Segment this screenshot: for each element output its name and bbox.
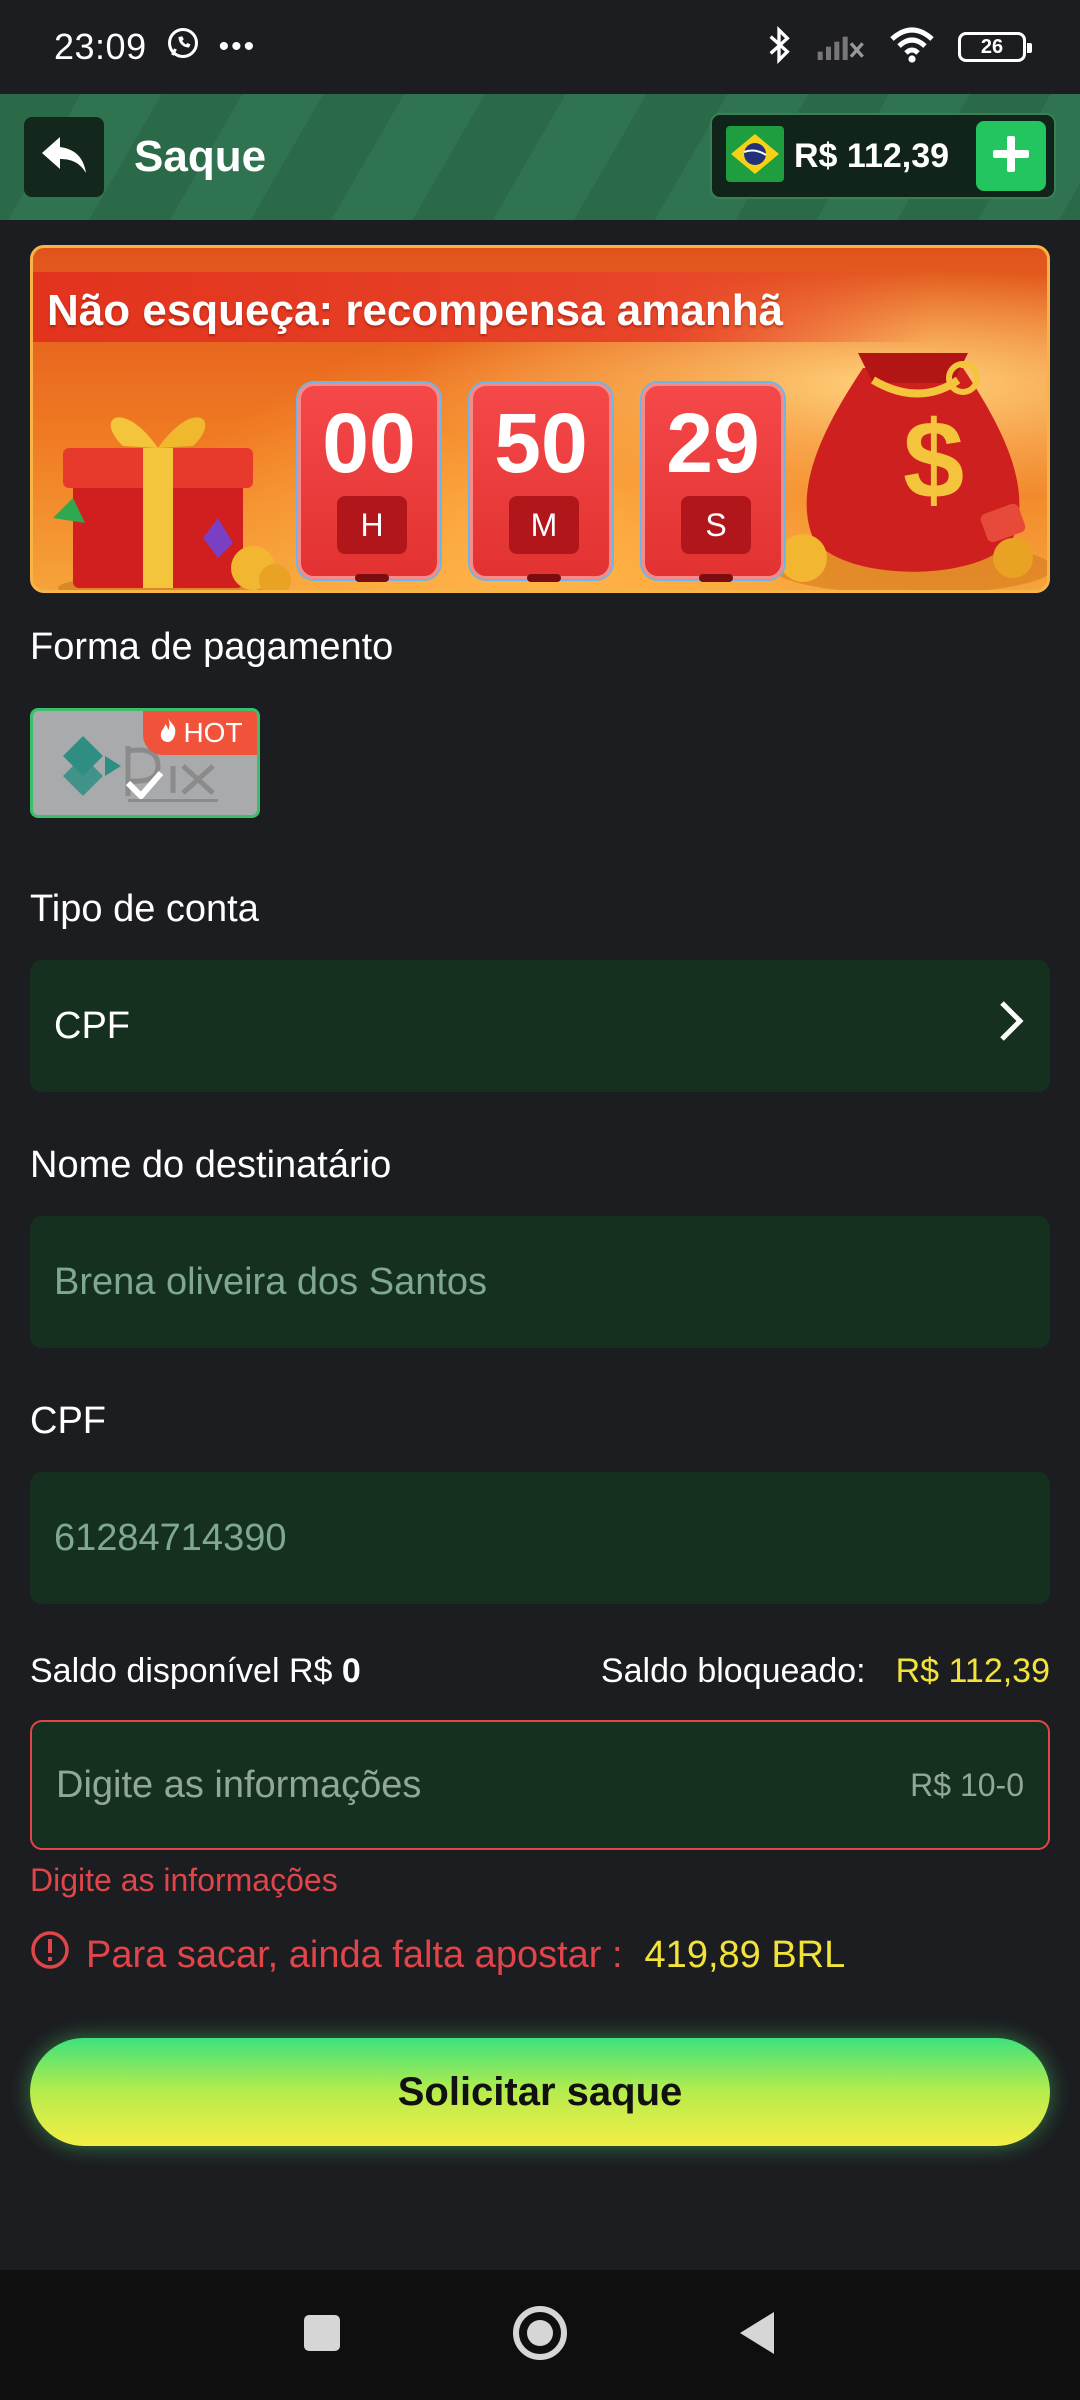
wager-warning-text: Para sacar, ainda falta apostar :	[86, 1933, 623, 1976]
balance-summary: Saldo disponível R$ 0 Saldo bloqueado: R…	[30, 1652, 1050, 1691]
countdown-hours: 00 H	[298, 383, 440, 582]
recipient-name-field[interactable]: Brena oliveira dos Santos	[30, 1216, 1050, 1348]
hours-unit: H	[337, 496, 407, 554]
header-balance: R$ 112,39	[794, 136, 950, 175]
recipient-name-value: Brena oliveira dos Santos	[54, 1260, 488, 1303]
reward-banner[interactable]: Não esqueça: recompensa amanhã $ 00 H 50…	[30, 245, 1050, 593]
more-notifications-icon: •••	[218, 30, 257, 63]
bluetooth-icon	[764, 25, 794, 70]
back-nav-icon[interactable]	[738, 2310, 778, 2361]
home-icon[interactable]	[512, 2305, 568, 2366]
fire-icon	[157, 717, 179, 750]
back-arrow-icon	[38, 131, 90, 184]
balance-widget[interactable]: R$ 112,39	[710, 113, 1056, 199]
account-type-select[interactable]: CPF	[30, 960, 1050, 1092]
account-type-label: Tipo de conta	[30, 888, 259, 930]
battery-icon: 26	[958, 32, 1032, 62]
cpf-value: 61284714390	[54, 1516, 287, 1559]
back-button[interactable]	[24, 117, 104, 197]
seconds-value: 29	[666, 396, 760, 490]
status-time: 23:09	[54, 26, 147, 67]
withdraw-amount-placeholder: Digite as informações	[56, 1763, 422, 1806]
seconds-unit: S	[681, 496, 751, 554]
signal-off-icon	[816, 28, 866, 67]
request-withdrawal-button[interactable]: Solicitar saque	[30, 2038, 1050, 2146]
minutes-unit: M	[509, 496, 579, 554]
blocked-balance-value: R$ 112,39	[895, 1652, 1050, 1690]
hot-badge: HOT	[143, 711, 257, 755]
countdown-timer: 00 H 50 M 29 S	[298, 383, 784, 582]
status-left: 23:09 •••	[54, 25, 256, 70]
wifi-icon	[888, 25, 936, 70]
recipient-name-label: Nome do destinatário	[30, 1144, 392, 1186]
pix-payment-option[interactable]: HOT	[30, 708, 260, 818]
svg-text:$: $	[903, 399, 964, 522]
add-funds-button[interactable]	[976, 121, 1046, 191]
plus-icon	[989, 132, 1033, 181]
wager-warning: Para sacar, ainda falta apostar : 419,89…	[30, 1930, 845, 1980]
countdown-minutes: 50 M	[470, 383, 612, 582]
brazil-flag-icon	[726, 125, 784, 187]
available-balance-value: 0	[341, 1652, 361, 1690]
countdown-seconds: 29 S	[642, 383, 784, 582]
app-header: Saque R$ 112,39	[0, 94, 1080, 220]
withdraw-amount-range: R$ 10-0	[910, 1766, 1024, 1803]
available-balance: Saldo disponível R$ 0	[30, 1652, 361, 1691]
alert-circle-icon	[30, 1930, 70, 1980]
account-type-value: CPF	[54, 1004, 130, 1047]
cpf-field[interactable]: 61284714390	[30, 1472, 1050, 1604]
system-navigation-bar	[0, 2270, 1080, 2400]
recent-apps-icon[interactable]	[302, 2313, 342, 2358]
chevron-right-icon	[996, 999, 1026, 1053]
withdraw-amount-field[interactable]: Digite as informações R$ 10-0	[30, 1720, 1050, 1850]
gift-box-illustration	[53, 417, 291, 590]
status-right: 26	[764, 25, 1032, 70]
request-withdrawal-label: Solicitar saque	[397, 2069, 683, 2114]
status-bar: 23:09 ••• 26	[0, 0, 1080, 94]
minutes-value: 50	[494, 396, 588, 490]
cpf-label: CPF	[30, 1400, 106, 1442]
blocked-balance: Saldo bloqueado: R$ 112,39	[601, 1652, 1050, 1691]
hours-value: 00	[322, 396, 416, 490]
available-balance-label: Saldo disponível R$	[30, 1652, 333, 1690]
banner-title: Não esqueça: recompensa amanhã	[47, 286, 784, 335]
payment-method-label: Forma de pagamento	[30, 626, 394, 668]
battery-level: 26	[980, 35, 1004, 58]
whatsapp-icon	[165, 25, 201, 70]
amount-error-message: Digite as informações	[30, 1862, 338, 1898]
hot-badge-label: HOT	[183, 717, 243, 748]
wager-warning-amount: 419,89 BRL	[644, 1933, 846, 1976]
money-bag-illustration: $	[773, 353, 1047, 590]
blocked-balance-label: Saldo bloqueado:	[600, 1652, 866, 1690]
page-title: Saque	[134, 132, 267, 181]
